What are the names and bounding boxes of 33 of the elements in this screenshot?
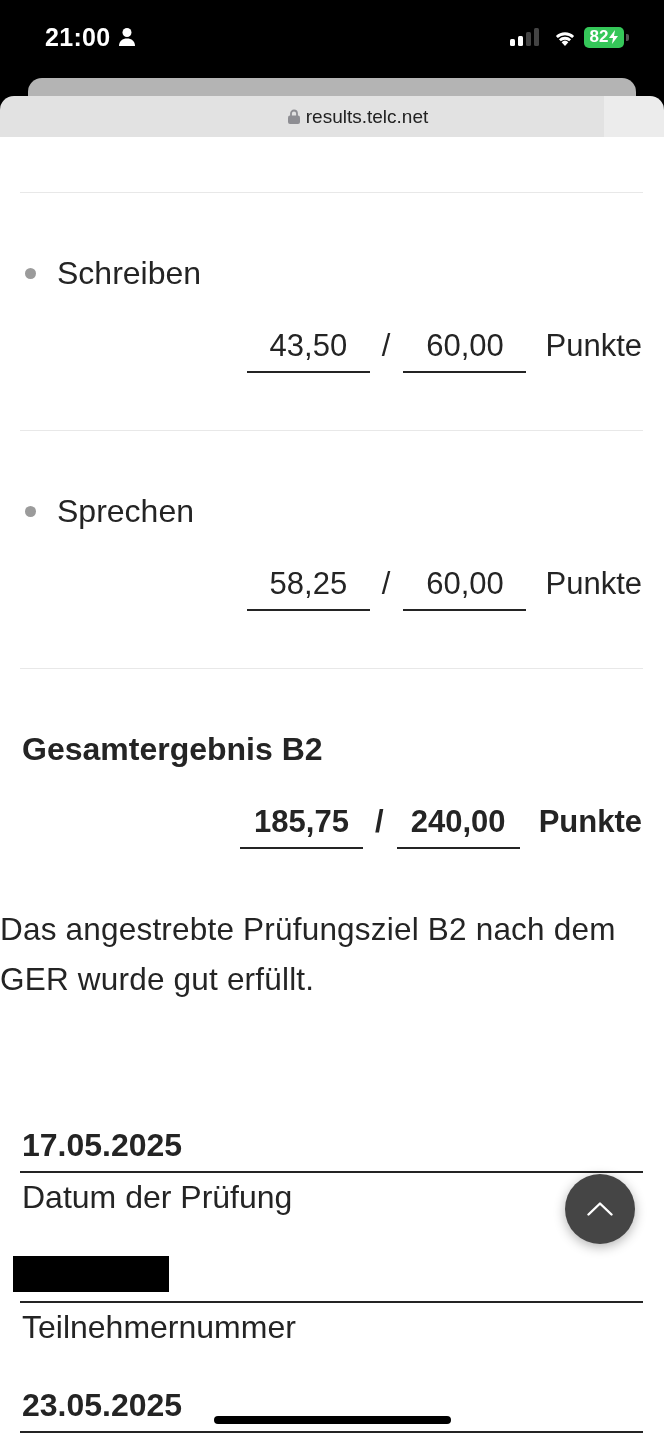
field-label: Teilnehmernummer xyxy=(21,1308,296,1347)
status-time: 21:00 xyxy=(45,22,111,52)
address-bar[interactable]: results.telc.net xyxy=(0,96,604,137)
battery-indicator: 82 xyxy=(584,26,624,48)
score-separator: / xyxy=(375,803,384,841)
person-icon xyxy=(119,28,136,46)
background-tab[interactable] xyxy=(28,78,636,96)
max-score-value: 60,00 xyxy=(403,564,527,611)
url-text: results.telc.net xyxy=(305,105,429,128)
field-label: Datum der Prüfung xyxy=(21,1178,293,1217)
score-separator: / xyxy=(381,565,391,603)
lock-icon xyxy=(287,109,300,124)
subtest-title: Sprechen xyxy=(57,492,194,531)
bullet-icon xyxy=(25,267,36,279)
total-result-heading: Gesamtergebnis B2 xyxy=(22,730,323,769)
adjacent-tab[interactable] xyxy=(604,96,664,137)
points-unit: Punkte xyxy=(538,803,642,841)
bullet-icon xyxy=(25,505,36,517)
bolt-icon xyxy=(609,30,619,44)
points-unit: Punkte xyxy=(545,327,642,365)
signal-icon xyxy=(510,28,540,46)
score-value: 43,50 xyxy=(246,326,370,373)
chevron-up-icon xyxy=(587,1202,613,1216)
field-value: 17.05.2025 xyxy=(20,1125,643,1173)
subtest-title: Schreiben xyxy=(57,254,202,293)
points-unit: Punkte xyxy=(545,565,642,603)
max-score-value: 60,00 xyxy=(403,326,527,373)
result-statement: Das angestrebte Prüfungsziel B2 nach dem GER wurde gut erfüllt. xyxy=(0,910,617,999)
max-score-value: 240,00 xyxy=(396,802,520,849)
score-separator: / xyxy=(381,327,391,365)
scroll-to-top-button[interactable] xyxy=(565,1174,635,1244)
score-value: 58,25 xyxy=(246,564,370,611)
score-value: 185,75 xyxy=(240,802,363,849)
